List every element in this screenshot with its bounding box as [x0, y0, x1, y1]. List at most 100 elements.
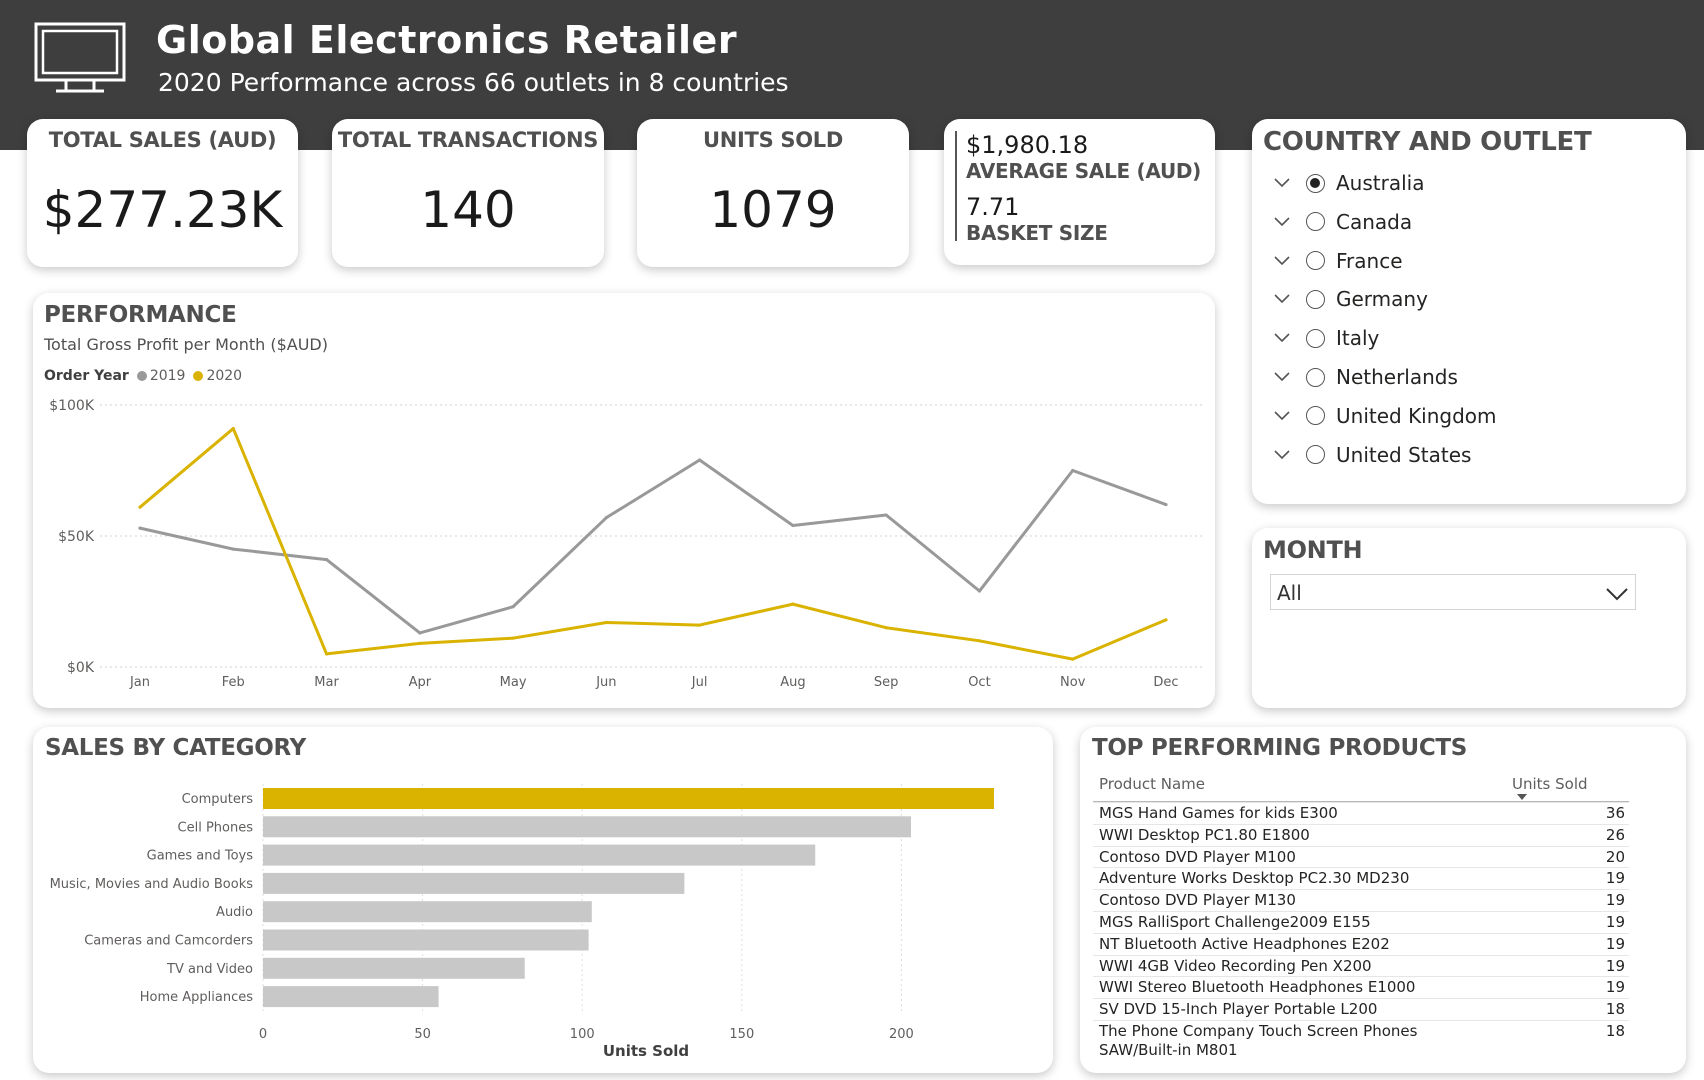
- data-point-2019: [977, 589, 982, 593]
- average-sale-value: $1,980.18: [966, 131, 1089, 159]
- slicer-item-united-kingdom[interactable]: United Kingdom: [1272, 401, 1497, 431]
- data-point-2019: [138, 526, 142, 530]
- slicer-item-netherlands[interactable]: Netherlands: [1272, 362, 1458, 392]
- table-row[interactable]: Contoso DVD Player M100 20: [1093, 845, 1629, 868]
- sales-by-category-bar-chart: 0 50 100 150 200 Units Sold Computers Cell Phon…: [50, 784, 994, 1060]
- data-point-2020: [231, 426, 235, 431]
- slicer-item-label: United Kingdom: [1336, 403, 1497, 428]
- table-row[interactable]: WWI 4GB Video Recording Pen X200 19: [1093, 954, 1629, 977]
- x-tick-label: May: [500, 675, 527, 690]
- slicer-item-label: Canada: [1336, 209, 1413, 234]
- sort-descending-icon[interactable]: [1517, 794, 1527, 800]
- units-sold-cell: 19: [1605, 869, 1625, 888]
- radio-button[interactable]: [1306, 173, 1325, 193]
- data-point-2020: [698, 623, 702, 627]
- radio-button[interactable]: [1306, 289, 1325, 309]
- x-tick-label: Apr: [409, 675, 432, 690]
- category-label: Games and Toys: [147, 849, 254, 864]
- chevron-down-icon[interactable]: [1272, 289, 1292, 309]
- column-header-product-name[interactable]: Product Name: [1099, 775, 1205, 793]
- units-sold-cell: 19: [1605, 978, 1625, 997]
- table-row[interactable]: SV DVD 15-Inch Player Portable L200 18: [1093, 998, 1629, 1020]
- x-tick-label: 0: [259, 1027, 267, 1042]
- multi-row-card[interactable]: $1,980.18 AVERAGE SALE (AUD) 7.71 BASKET…: [944, 119, 1215, 265]
- series-line-2020: [139, 427, 1167, 661]
- chevron-down-icon[interactable]: [1272, 445, 1292, 465]
- x-tick-label: 50: [414, 1027, 431, 1042]
- column-header-units-sold[interactable]: Units Sold: [1512, 775, 1588, 793]
- chevron-down-icon[interactable]: [1272, 251, 1292, 271]
- page-title: Global Electronics Retailer: [156, 18, 738, 62]
- chevron-down-icon[interactable]: [1272, 173, 1292, 193]
- radio-button[interactable]: [1306, 328, 1325, 348]
- card-accent-bar: [955, 131, 957, 241]
- chevron-down-icon[interactable]: [1272, 406, 1292, 426]
- slicer-item-canada[interactable]: Canada: [1272, 207, 1412, 237]
- data-point-2020: [418, 641, 422, 646]
- kpi-units-sold-card[interactable]: UNITS SOLD 1079: [637, 119, 909, 267]
- chevron-down-icon[interactable]: [1272, 367, 1292, 387]
- table-row[interactable]: WWI Stereo Bluetooth Headphones E1000 19: [1093, 976, 1629, 998]
- table-row[interactable]: The Phone Company Touch Screen Phones SA…: [1093, 1020, 1629, 1060]
- data-point-2020: [324, 652, 329, 656]
- table-row[interactable]: Adventure Works Desktop PC2.30 MD230 19: [1093, 867, 1629, 889]
- chevron-down-icon[interactable]: [1272, 212, 1292, 232]
- data-point-2020: [604, 620, 608, 625]
- radio-button[interactable]: [1306, 406, 1325, 426]
- data-point-2019: [324, 557, 329, 562]
- table-row[interactable]: Contoso DVD Player M130 19: [1093, 889, 1629, 911]
- category-label: Home Appliances: [140, 990, 253, 1005]
- bar-home-appliances: [263, 986, 439, 1008]
- slicer-item-australia[interactable]: Australia: [1272, 168, 1424, 198]
- x-tick-label: 200: [889, 1027, 914, 1042]
- slicer-item-germany[interactable]: Germany: [1272, 284, 1428, 314]
- table-row[interactable]: NT Bluetooth Active Headphones E202 19: [1093, 932, 1629, 955]
- table-row[interactable]: WWI Desktop PC1.80 E1800 26: [1093, 823, 1629, 846]
- slicer-item-france[interactable]: France: [1272, 246, 1403, 276]
- data-point-2020: [977, 639, 982, 643]
- units-sold-cell: 19: [1605, 913, 1625, 931]
- month-dropdown[interactable]: All: [1270, 574, 1636, 610]
- table-row[interactable]: MGS Hand Games for kids E300 36: [1093, 802, 1629, 824]
- slicer-item-label: Netherlands: [1336, 365, 1458, 389]
- product-name-cell: MGS RalliSport Challenge2009 E155: [1099, 913, 1371, 931]
- units-sold-cell: 18: [1605, 1022, 1625, 1040]
- sales-by-category-card: SALES BY CATEGORY 0 50 100 150 200 Units Sold…: [33, 727, 1053, 1073]
- performance-card: PERFORMANCE Total Gross Profit per Month…: [33, 293, 1215, 708]
- kpi-value: $277.23K: [42, 181, 283, 239]
- kpi-value: 140: [420, 181, 516, 239]
- x-tick-label: Jun: [595, 675, 616, 690]
- x-axis-title: Units Sold: [603, 1042, 689, 1060]
- category-label: Audio: [216, 905, 253, 920]
- category-label: Cell Phones: [178, 820, 254, 835]
- slicer-item-italy[interactable]: Italy: [1272, 323, 1379, 353]
- chevron-down-icon[interactable]: [1272, 328, 1292, 348]
- data-point-2020: [1164, 618, 1168, 622]
- bar-music-movies-and-audio-books: [263, 872, 685, 894]
- data-point-2019: [604, 516, 608, 520]
- kpi-total-transactions-card[interactable]: TOTAL TRANSACTIONS 140: [332, 119, 604, 267]
- data-point-2019: [791, 523, 795, 528]
- radio-button[interactable]: [1306, 251, 1325, 271]
- slicer-item-label: France: [1336, 248, 1403, 273]
- product-name-cell: Adventure Works Desktop PC2.30 MD230: [1099, 869, 1410, 888]
- kpi-total-sales-card[interactable]: TOTAL SALES (AUD) $277.23K: [27, 119, 298, 267]
- data-point-2019: [1071, 468, 1075, 473]
- radio-button[interactable]: [1306, 367, 1325, 387]
- category-label: TV and Video: [166, 962, 253, 977]
- radio-button[interactable]: [1306, 445, 1325, 465]
- product-name-cell: MGS Hand Games for kids E300: [1099, 804, 1338, 822]
- slicer-item-label: Australia: [1336, 171, 1425, 195]
- data-point-2019: [511, 605, 515, 609]
- kpi-value: 1079: [709, 181, 837, 239]
- x-tick-label: Feb: [222, 675, 245, 690]
- slicer-item-united-states[interactable]: United States: [1272, 440, 1471, 470]
- radio-button[interactable]: [1306, 212, 1325, 232]
- table-row[interactable]: MGS RalliSport Challenge2009 E155 19: [1093, 911, 1629, 933]
- data-point-2019: [884, 513, 888, 517]
- data-point-2020: [1071, 657, 1075, 661]
- units-sold-cell: 36: [1605, 804, 1625, 822]
- x-tick-label: Aug: [780, 675, 805, 690]
- product-name-cell: NT Bluetooth Active Headphones E202: [1099, 934, 1390, 953]
- x-tick-label: 100: [570, 1027, 595, 1042]
